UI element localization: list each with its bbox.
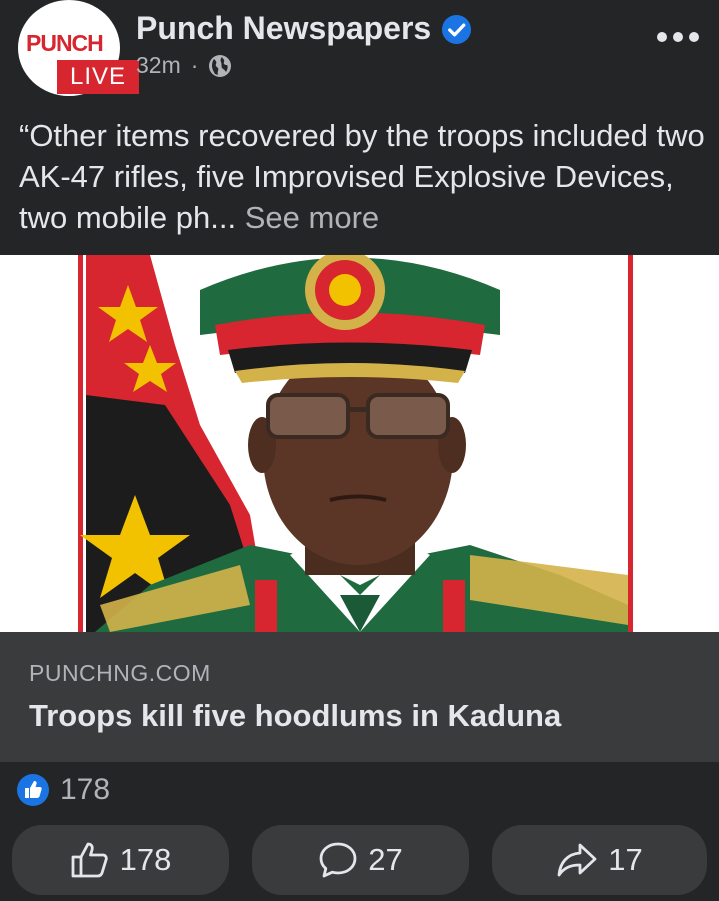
page-name-link[interactable]: Punch Newspapers bbox=[136, 10, 431, 47]
post-timestamp[interactable]: 32m bbox=[136, 52, 181, 79]
post-text: “Other items recovered by the troops inc… bbox=[19, 115, 709, 238]
share-icon bbox=[557, 843, 597, 877]
avatar-logo-text: PUNCH bbox=[26, 30, 104, 56]
verified-badge-icon bbox=[441, 14, 472, 45]
globe-icon[interactable] bbox=[208, 54, 232, 78]
reactions-summary[interactable]: 178 bbox=[16, 772, 110, 808]
share-count: 17 bbox=[608, 842, 643, 877]
page-avatar[interactable]: PUNCH LIVE bbox=[18, 0, 139, 96]
reaction-count: 178 bbox=[60, 773, 111, 806]
avatar-live-badge: LIVE bbox=[57, 60, 139, 94]
comment-count: 27 bbox=[368, 842, 403, 877]
link-title[interactable]: Troops kill five hoodlums in Kaduna bbox=[29, 698, 561, 734]
like-button[interactable]: 178 bbox=[12, 825, 229, 895]
post-header: PUNCH LIVE Punch Newspapers 32m · bbox=[0, 0, 719, 102]
more-options-icon[interactable] bbox=[655, 30, 701, 44]
like-reaction-icon bbox=[17, 774, 49, 806]
comment-button[interactable]: 27 bbox=[252, 825, 469, 895]
post-meta: 32m · bbox=[136, 52, 232, 79]
like-count: 178 bbox=[119, 842, 172, 877]
thumbs-up-icon bbox=[71, 842, 108, 878]
see-more-link[interactable]: See more bbox=[245, 200, 379, 235]
portrait-photo bbox=[0, 255, 719, 632]
post-image[interactable] bbox=[0, 255, 719, 632]
meta-separator: · bbox=[190, 52, 199, 78]
comment-icon bbox=[319, 842, 357, 878]
link-preview[interactable]: PUNCHNG.COM Troops kill five hoodlums in… bbox=[0, 632, 719, 762]
link-domain: PUNCHNG.COM bbox=[29, 660, 211, 686]
share-button[interactable]: 17 bbox=[492, 825, 707, 895]
